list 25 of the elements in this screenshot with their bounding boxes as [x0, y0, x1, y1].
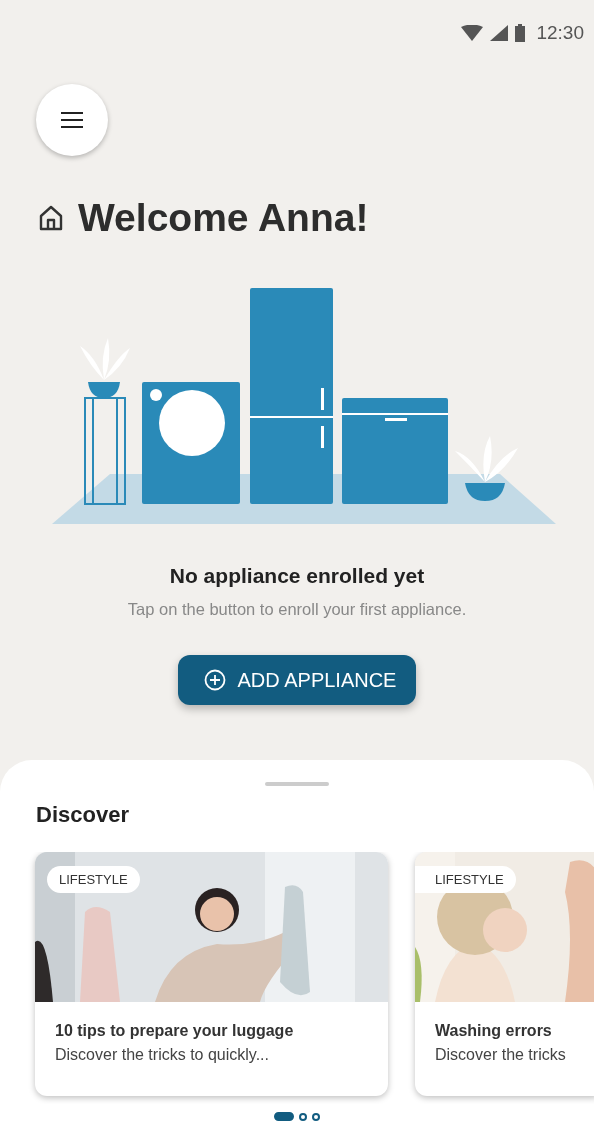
- menu-button[interactable]: [36, 84, 108, 156]
- sheet-handle[interactable]: [265, 782, 329, 786]
- plus-circle-icon: [203, 669, 226, 691]
- page-indicator[interactable]: [274, 1112, 294, 1121]
- empty-title: No appliance enrolled yet: [168, 564, 426, 588]
- page-indicator[interactable]: [312, 1112, 320, 1121]
- signal-icon: [490, 25, 509, 41]
- welcome-title: Welcome Anna!: [78, 196, 369, 240]
- menu-icon: [60, 111, 84, 129]
- article-card[interactable]: LIFESTYLE Washing errors Discover the tricks: [415, 852, 594, 1096]
- discover-title: Discover: [36, 802, 130, 828]
- status-time: 12:30: [536, 22, 584, 44]
- home-icon: [38, 204, 64, 232]
- wifi-icon: [461, 25, 484, 41]
- card-description: Discover the tricks: [435, 1046, 567, 1064]
- battery-icon: [515, 24, 526, 42]
- add-appliance-button[interactable]: ADD APPLIANCE: [177, 655, 417, 705]
- page-indicator[interactable]: [299, 1112, 307, 1121]
- empty-message: Tap on the button to enroll your first appliance.: [126, 600, 468, 619]
- card-description: Discover the tricks to quickly...: [55, 1046, 270, 1064]
- article-card[interactable]: LIFESTYLE 10 tips to prepare your luggage Discover the tricks to quickly...: [35, 852, 388, 1096]
- category-tag: LIFESTYLE: [47, 866, 140, 893]
- category-tag: LIFESTYLE: [415, 866, 516, 893]
- card-title: 10 tips to prepare your luggage: [55, 1022, 295, 1040]
- card-title: Washing errors: [435, 1022, 553, 1040]
